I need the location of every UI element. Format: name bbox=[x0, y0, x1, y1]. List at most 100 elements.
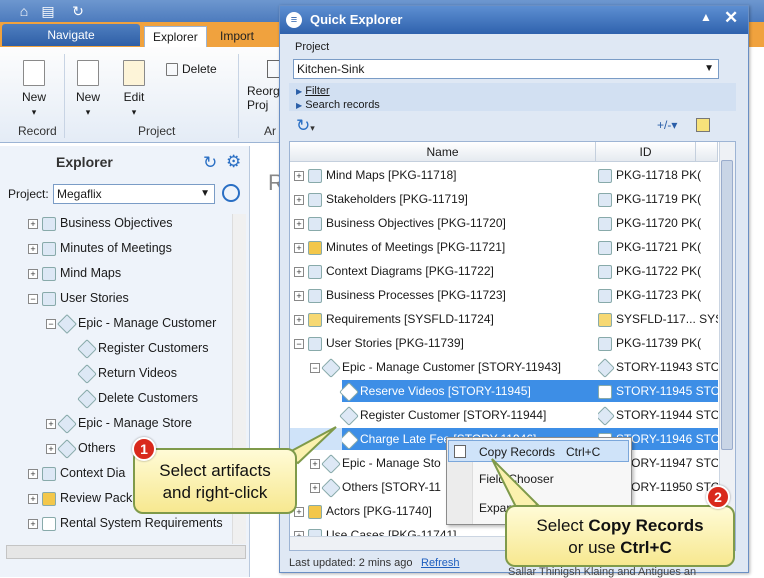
tree-item[interactable]: − Epic - Manage Customer bbox=[46, 313, 216, 334]
tree-item[interactable]: Register Customers bbox=[77, 338, 208, 359]
grid-row[interactable]: + Context Diagrams [PKG-11722] bbox=[294, 260, 494, 282]
new-record-button[interactable]: New ▾ bbox=[14, 60, 54, 118]
new-document-icon bbox=[23, 60, 45, 86]
refresh-icon[interactable]: ↻ bbox=[70, 3, 86, 19]
trash-icon bbox=[166, 63, 178, 77]
navigate-tab[interactable]: Navigate bbox=[2, 24, 140, 46]
grid-row[interactable]: + Stakeholders [PKG-11719] bbox=[294, 188, 468, 210]
edit-pencil-icon bbox=[123, 60, 145, 86]
package-icon bbox=[598, 168, 612, 183]
grid-row[interactable]: + Actors [PKG-11740] bbox=[294, 500, 432, 522]
qe-project-label: Project bbox=[295, 41, 330, 53]
grid-row[interactable]: − Epic - Manage Customer [STORY-11943] bbox=[310, 356, 561, 378]
last-updated-text: Last updated: 2 mins ago bbox=[289, 557, 413, 569]
story-icon bbox=[339, 405, 359, 426]
tab-explorer[interactable]: Explorer bbox=[144, 26, 207, 47]
refresh-icon[interactable]: ↻ bbox=[203, 153, 217, 173]
collapse-icon: − bbox=[46, 318, 56, 329]
document-icon[interactable]: ▤ bbox=[40, 3, 56, 19]
grid-row-id: PKG-11720 PK( bbox=[598, 212, 718, 234]
package-icon bbox=[308, 336, 322, 351]
collapse-up-icon[interactable]: ▲ bbox=[700, 10, 712, 24]
expand-icon: + bbox=[46, 443, 56, 454]
reorganize-button[interactable]: Reorg Proj bbox=[247, 60, 279, 112]
column-settings-icon[interactable] bbox=[696, 118, 710, 132]
horizontal-scrollbar[interactable] bbox=[6, 545, 246, 559]
grid-row[interactable]: − User Stories [PKG-11739] bbox=[294, 332, 464, 354]
story-icon bbox=[598, 384, 612, 399]
expand-icon: + bbox=[28, 243, 38, 254]
close-icon[interactable]: ✕ bbox=[724, 8, 738, 28]
tree-item[interactable]: + Minutes of Meetings bbox=[28, 238, 172, 258]
grid-row[interactable]: + Minutes of Meetings [PKG-11721] bbox=[294, 236, 505, 258]
edit-button[interactable]: Edit ▾ bbox=[114, 60, 154, 118]
refresh-icon[interactable]: ↻▾ bbox=[296, 116, 315, 136]
refresh-link[interactable]: Refresh bbox=[421, 557, 460, 569]
delete-button[interactable]: Delete bbox=[166, 62, 228, 77]
folder-icon bbox=[598, 312, 612, 327]
column-header-extra[interactable] bbox=[696, 142, 718, 162]
story-icon bbox=[598, 357, 615, 378]
filter-toggle[interactable]: ▶ Filter bbox=[296, 85, 330, 97]
group-project-label: Project bbox=[138, 124, 176, 138]
grid-row[interactable]: Register Customer [STORY-11944] bbox=[339, 404, 546, 426]
grid-row-id: PKG-11718 PK( bbox=[598, 164, 718, 186]
grid-row-selected[interactable]: Reserve Videos [STORY-11945] bbox=[339, 380, 596, 402]
tree-item[interactable]: Return Videos bbox=[77, 363, 177, 384]
package-icon bbox=[598, 336, 612, 351]
new-project-button[interactable]: New ▾ bbox=[68, 60, 108, 118]
qe-project-select[interactable]: Kitchen-Sink ▼ bbox=[293, 59, 719, 79]
package-icon bbox=[308, 216, 322, 231]
grid-row[interactable]: + Others [STORY-11 bbox=[310, 476, 441, 498]
expand-icon: + bbox=[28, 493, 38, 504]
grid-row-id: PKG-11739 PK( bbox=[598, 332, 718, 354]
quick-explorer-icon: ≡ bbox=[286, 12, 302, 28]
package-icon bbox=[42, 291, 56, 306]
tree-item[interactable]: Delete Customers bbox=[77, 388, 198, 409]
story-icon bbox=[598, 405, 615, 426]
search-records-toggle[interactable]: ▶ Search records bbox=[296, 99, 380, 111]
grid-row-id: PKG-11723 PK( bbox=[598, 284, 718, 306]
package-icon bbox=[598, 288, 612, 303]
tree-item[interactable]: + Review Pack bbox=[28, 488, 132, 508]
tree-item[interactable]: + Rental System Requirements bbox=[28, 513, 223, 533]
grid-row[interactable]: + Requirements [SYSFLD-11724] bbox=[294, 308, 494, 330]
ribbon-separator bbox=[238, 54, 239, 138]
callout-copy-records: Select Copy Records or use Ctrl+C bbox=[505, 505, 735, 567]
sort-icon[interactable]: +/-▾ bbox=[657, 118, 677, 132]
story-icon bbox=[77, 338, 97, 359]
project-select[interactable]: Megaflix ▼ bbox=[53, 184, 215, 204]
tree-item[interactable]: − User Stories bbox=[28, 288, 129, 308]
grid-row[interactable]: + Business Objectives [PKG-11720] bbox=[294, 212, 506, 234]
story-icon bbox=[321, 477, 341, 498]
background-peek-text: Sallar Thinigsh Klaing and Antigues an bbox=[508, 566, 697, 578]
grid-row-id: PKG-11721 PK( bbox=[598, 236, 718, 258]
grid-row[interactable]: + Mind Maps [PKG-11718] bbox=[294, 164, 457, 186]
package-icon bbox=[42, 216, 56, 231]
column-header-id[interactable]: ID bbox=[596, 142, 696, 162]
meeting-icon bbox=[308, 240, 322, 255]
column-header-name[interactable]: Name bbox=[290, 142, 596, 162]
package-icon bbox=[308, 288, 322, 303]
package-icon bbox=[308, 168, 322, 183]
search-icon[interactable] bbox=[222, 184, 240, 202]
package-icon bbox=[42, 266, 56, 281]
grid-row[interactable]: + Business Processes [PKG-11723] bbox=[294, 284, 506, 306]
tree-item[interactable]: + Mind Maps bbox=[28, 263, 121, 283]
folder-icon bbox=[42, 516, 56, 531]
story-icon bbox=[339, 381, 359, 402]
tree-item[interactable]: + Business Objectives bbox=[28, 213, 173, 233]
gear-icon[interactable]: ⚙ bbox=[226, 152, 241, 172]
package-icon bbox=[308, 264, 322, 279]
tree-item[interactable]: + Epic - Manage Store bbox=[46, 413, 192, 434]
expand-icon: + bbox=[28, 268, 38, 279]
scrollbar-thumb[interactable] bbox=[721, 160, 733, 450]
step-badge-2: 2 bbox=[706, 485, 730, 509]
package-icon bbox=[598, 192, 612, 207]
tab-import[interactable]: Import bbox=[212, 26, 262, 47]
explorer-title: Explorer bbox=[56, 154, 113, 170]
tree-item[interactable]: + Others bbox=[46, 438, 116, 459]
home-icon[interactable]: ⌂ bbox=[16, 3, 32, 19]
tree-item[interactable]: + Context Dia bbox=[28, 463, 125, 483]
story-icon bbox=[77, 388, 97, 409]
